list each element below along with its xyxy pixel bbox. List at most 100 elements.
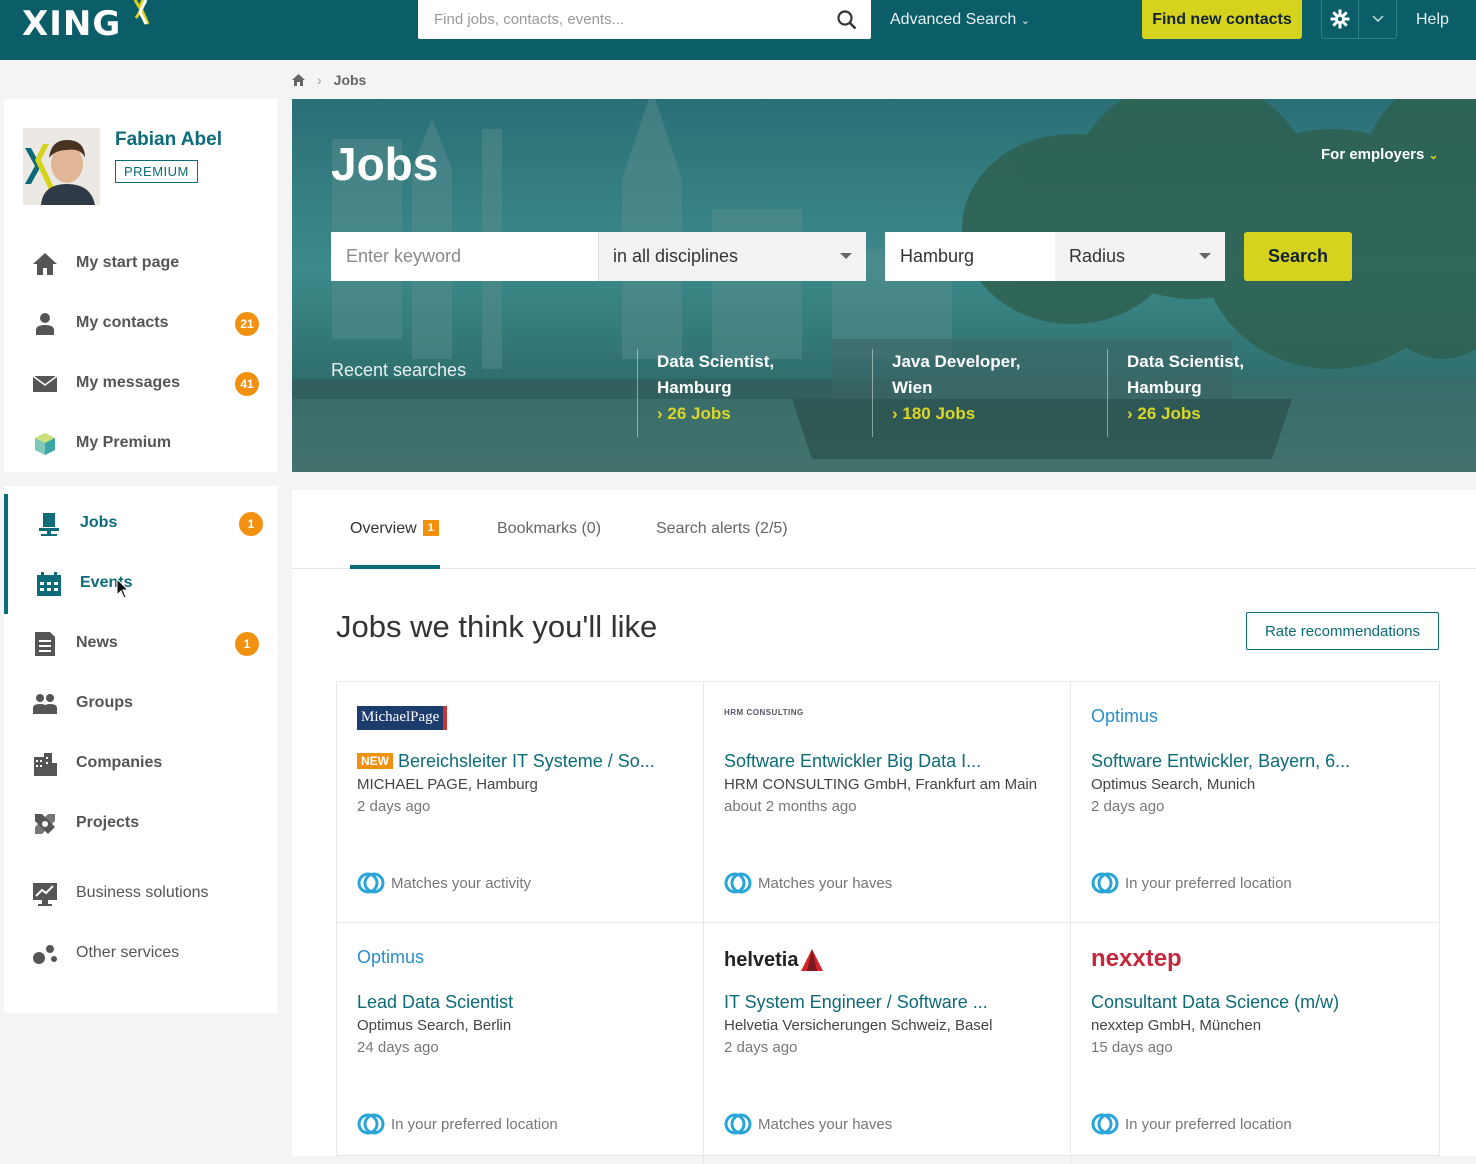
sidebar-item-companies[interactable]: Companies: [4, 734, 278, 794]
sidebar-item-label: Companies: [76, 754, 163, 771]
breadcrumb: › Jobs: [292, 72, 366, 88]
companies-icon: [34, 753, 57, 776]
company-location: Optimus Search, Berlin: [357, 1017, 512, 1034]
job-title[interactable]: Consultant Data Science (m/w): [1091, 992, 1431, 1013]
sidebar-item-news[interactable]: News 1: [4, 614, 278, 674]
location-input[interactable]: [885, 232, 1055, 281]
page-title: Jobs: [331, 138, 439, 190]
job-card[interactable]: Optimus Software Entwickler, Bayern, 6..…: [1071, 682, 1438, 923]
job-card[interactable]: Optimus Lead Data Scientist Optimus Sear…: [337, 923, 704, 1164]
recent-search-location: Hamburg: [1127, 378, 1202, 397]
job-title[interactable]: Software Entwickler Big Data I...: [724, 751, 1064, 772]
match-reason: Matches your activity: [357, 872, 531, 894]
posted-age: 2 days ago: [1091, 798, 1165, 815]
sidebar-item-label: My messages: [76, 374, 181, 391]
match-reason-text: Matches your activity: [391, 874, 532, 892]
avatar[interactable]: [23, 128, 100, 205]
sidebar-item-my-premium[interactable]: My Premium: [4, 414, 278, 474]
sidebar-item-my-contacts[interactable]: My contacts 21: [4, 294, 278, 354]
recent-search-item[interactable]: Data Scientist, Hamburg › 26 Jobs: [1107, 349, 1337, 437]
for-employers-link[interactable]: For employers ⌄: [1321, 146, 1439, 163]
global-search-input[interactable]: [418, 0, 818, 39]
match-rings-icon: [1091, 872, 1119, 894]
recent-search-count-text: 26 Jobs: [1137, 404, 1201, 423]
tab-overview[interactable]: Overview 1: [350, 520, 439, 538]
recent-search-count-text: 180 Jobs: [902, 404, 976, 423]
search-icon[interactable]: [837, 10, 857, 30]
tab-bookmarks[interactable]: Bookmarks (0): [497, 520, 601, 538]
radius-select[interactable]: Radius: [1055, 232, 1225, 281]
job-title[interactable]: IT System Engineer / Software ...: [724, 992, 1064, 1013]
settings-menu[interactable]: [1321, 0, 1397, 39]
chevron-down-icon: ⌄: [1428, 148, 1439, 162]
discipline-select[interactable]: in all disciplines: [599, 232, 866, 281]
sidebar-item-other-services[interactable]: Other services: [4, 924, 278, 984]
advanced-search-label: Advanced Search: [890, 11, 1017, 28]
sidebar-item-my-start-page[interactable]: My start page: [4, 234, 278, 294]
help-link[interactable]: Help: [1416, 11, 1449, 29]
job-search-button[interactable]: Search: [1244, 232, 1352, 281]
tab-badge: 1: [422, 520, 439, 536]
find-new-contacts-button[interactable]: Find new contacts: [1142, 0, 1302, 39]
avatar-image: [23, 128, 100, 205]
sidebar-item-events[interactable]: Events: [4, 554, 278, 614]
profile-name[interactable]: Fabian Abel: [115, 129, 222, 151]
match-reason: In your preferred location: [1091, 1113, 1292, 1135]
recent-search-count[interactable]: › 180 Jobs: [892, 401, 1102, 427]
home-icon[interactable]: [292, 74, 305, 86]
company-location: Helvetia Versicherungen Schweiz, Basel: [724, 1017, 993, 1034]
job-card[interactable]: MichaelPage NEW Bereichsleiter IT Systeme…: [337, 682, 704, 923]
recent-search-location: Wien: [892, 378, 933, 397]
recent-search-query: Data Scientist,: [657, 352, 775, 371]
posted-age: 2 days ago: [357, 798, 431, 815]
job-title[interactable]: Software Entwickler, Bayern, 6...: [1091, 751, 1431, 772]
match-rings-icon: [724, 872, 752, 894]
radius-value: Radius: [1069, 246, 1126, 266]
sidebar-item-jobs[interactable]: Jobs 1: [4, 494, 278, 554]
match-reason: Matches your haves: [724, 872, 892, 894]
company-logo-optimus: Optimus: [1091, 706, 1159, 726]
discipline-value: in all disciplines: [613, 246, 739, 266]
recent-search-item[interactable]: Data Scientist, Hamburg › 26 Jobs: [637, 349, 867, 437]
top-bar: XING Advanced Search ⌄ Find new contacts…: [0, 0, 1476, 60]
recent-search-count[interactable]: › 26 Jobs: [657, 401, 867, 427]
caret-down-icon: [1199, 253, 1211, 259]
match-reason-text: In your preferred location: [1125, 874, 1292, 892]
sidebar-item-label: Other services: [76, 944, 180, 961]
keyword-input[interactable]: [331, 232, 598, 281]
other-services-icon: [33, 945, 57, 964]
premium-badge[interactable]: PREMIUM: [115, 160, 198, 183]
job-card[interactable]: nexxtep Consultant Data Science (m/w) ne…: [1071, 923, 1438, 1164]
location-field: [885, 232, 1055, 281]
recent-search-count[interactable]: › 26 Jobs: [1127, 401, 1337, 427]
jobs-chair-icon: [39, 513, 59, 536]
tab-search-alerts[interactable]: Search alerts (2/5): [656, 520, 788, 538]
sidebar-item-my-messages[interactable]: My messages 41: [4, 354, 278, 414]
match-reason-text: Matches your haves: [758, 1115, 893, 1133]
sidebar-item-label: My contacts: [76, 314, 169, 331]
sidebar-item-projects[interactable]: Projects: [4, 794, 278, 854]
advanced-search-link[interactable]: Advanced Search ⌄: [890, 11, 1030, 29]
envelope-icon: [32, 375, 58, 392]
job-title[interactable]: NEW Bereichsleiter IT Systeme / So...: [357, 751, 697, 772]
job-card[interactable]: HRM CONSULTING Software Entwickler Big D…: [704, 682, 1071, 923]
recent-searches-label: Recent searches: [331, 360, 467, 380]
news-icon: [35, 632, 55, 656]
xing-logo[interactable]: XING: [22, 0, 150, 44]
jobs-hero: Jobs For employers ⌄ in all disciplines …: [292, 99, 1476, 472]
chevron-down-icon: ⌄: [1020, 15, 1030, 27]
sidebar-item-groups[interactable]: Groups: [4, 674, 278, 734]
job-title[interactable]: Lead Data Scientist: [357, 992, 697, 1013]
rate-recommendations-button[interactable]: Rate recommendations: [1246, 612, 1439, 650]
job-company: Helvetia Versicherungen Schweiz, Basel 2 …: [724, 1015, 1044, 1059]
posted-age: 15 days ago: [1091, 1039, 1173, 1056]
recent-search-query: Data Scientist,: [1127, 352, 1245, 371]
recent-search-item[interactable]: Java Developer, Wien › 180 Jobs: [872, 349, 1102, 437]
sidebar-item-business-solutions[interactable]: Business solutions: [4, 864, 278, 924]
job-company: HRM CONSULTING GmbH, Frankfurt am Main ab…: [724, 774, 1044, 818]
job-card[interactable]: helvetia IT System Engineer / Software .…: [704, 923, 1071, 1164]
global-search: [418, 0, 871, 39]
chevron-down-icon[interactable]: [1359, 0, 1396, 38]
gear-icon[interactable]: [1322, 0, 1360, 38]
job-company: nexxtep GmbH, München 15 days ago: [1091, 1015, 1411, 1059]
